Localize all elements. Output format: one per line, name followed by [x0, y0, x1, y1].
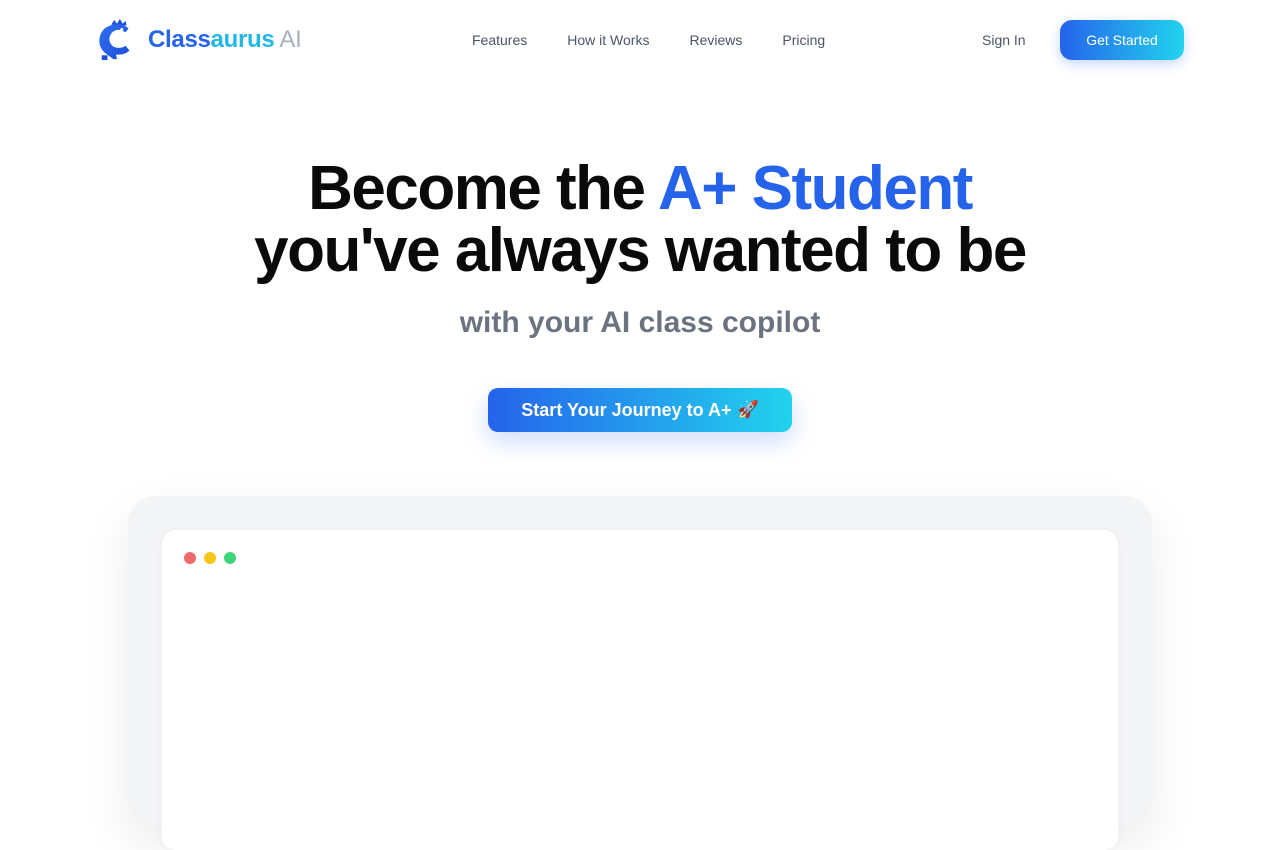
hero-title-accent: A+ Student	[657, 154, 973, 223]
brand-name-part1: Class	[148, 26, 211, 53]
app-preview-window	[162, 530, 1118, 850]
get-started-button[interactable]: Get Started	[1060, 20, 1184, 60]
sign-in-link[interactable]: Sign In	[982, 30, 1026, 50]
start-journey-button[interactable]: Start Your Journey to A+ 🚀	[488, 388, 792, 432]
hero-title: Become the A+ Student you've always want…	[0, 158, 1280, 282]
app-preview-frame	[128, 496, 1152, 850]
nav-link-reviews[interactable]: Reviews	[689, 30, 742, 50]
top-navbar: Classaurus AI Features How it Works Revie…	[0, 0, 1280, 80]
start-journey-label: Start Your Journey to A+	[521, 399, 732, 420]
close-dot-icon	[184, 552, 196, 564]
brand-name: Classaurus AI	[148, 26, 302, 54]
minimize-dot-icon	[204, 552, 216, 564]
nav-link-features[interactable]: Features	[472, 30, 527, 50]
nav-link-how-it-works[interactable]: How it Works	[567, 30, 649, 50]
window-controls	[184, 552, 236, 564]
maximize-dot-icon	[224, 552, 236, 564]
hero-title-part1: Become the	[308, 154, 658, 223]
nav-links: Features How it Works Reviews Pricing	[472, 30, 825, 50]
brand-logo[interactable]: Classaurus AI	[96, 18, 302, 62]
brand-name-part3: AI	[279, 26, 302, 53]
hero-subtitle: with your AI class copilot	[459, 306, 821, 339]
brand-name-part2: aurus	[210, 26, 275, 53]
rocket-icon: 🚀	[737, 400, 759, 419]
hero-title-line2: you've always wanted to be	[254, 216, 1027, 285]
nav-link-pricing[interactable]: Pricing	[782, 30, 825, 50]
dino-logo-icon	[99, 19, 130, 61]
